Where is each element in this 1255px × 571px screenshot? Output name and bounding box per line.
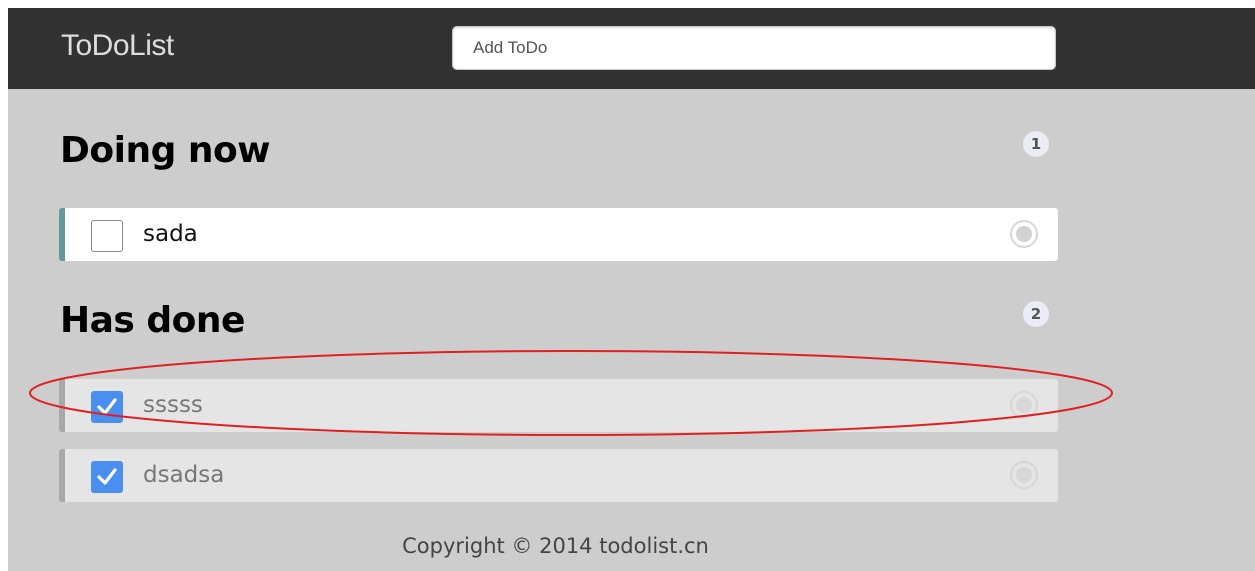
footer-copyright: Copyright © 2014 todolist.cn — [402, 534, 709, 558]
todo-app: ToDoList Doing now 1 sada Has done 2 sss… — [8, 8, 1255, 571]
delete-circle-icon[interactable] — [1010, 391, 1038, 419]
header-bar: ToDoList — [8, 8, 1255, 89]
todo-item-text[interactable]: sada — [143, 208, 198, 261]
add-todo-input[interactable] — [452, 26, 1056, 70]
done-item[interactable]: dsadsa — [59, 449, 1058, 502]
check-icon — [97, 468, 117, 485]
doing-count-badge: 1 — [1023, 131, 1049, 157]
check-icon — [97, 398, 117, 415]
done-item-text[interactable]: dsadsa — [143, 449, 224, 502]
done-checkbox[interactable] — [91, 461, 123, 493]
section-title-done: Has done — [60, 300, 245, 341]
delete-circle-icon[interactable] — [1010, 461, 1038, 489]
done-count-badge: 2 — [1023, 301, 1049, 327]
section-title-doing: Doing now — [60, 130, 271, 171]
done-item-text[interactable]: sssss — [143, 379, 203, 432]
done-checkbox[interactable] — [91, 391, 123, 423]
delete-circle-icon[interactable] — [1010, 220, 1038, 248]
todo-item[interactable]: sada — [59, 208, 1058, 261]
todo-checkbox[interactable] — [91, 220, 123, 252]
brand-title[interactable]: ToDoList — [61, 28, 174, 64]
done-item[interactable]: sssss — [59, 379, 1058, 432]
